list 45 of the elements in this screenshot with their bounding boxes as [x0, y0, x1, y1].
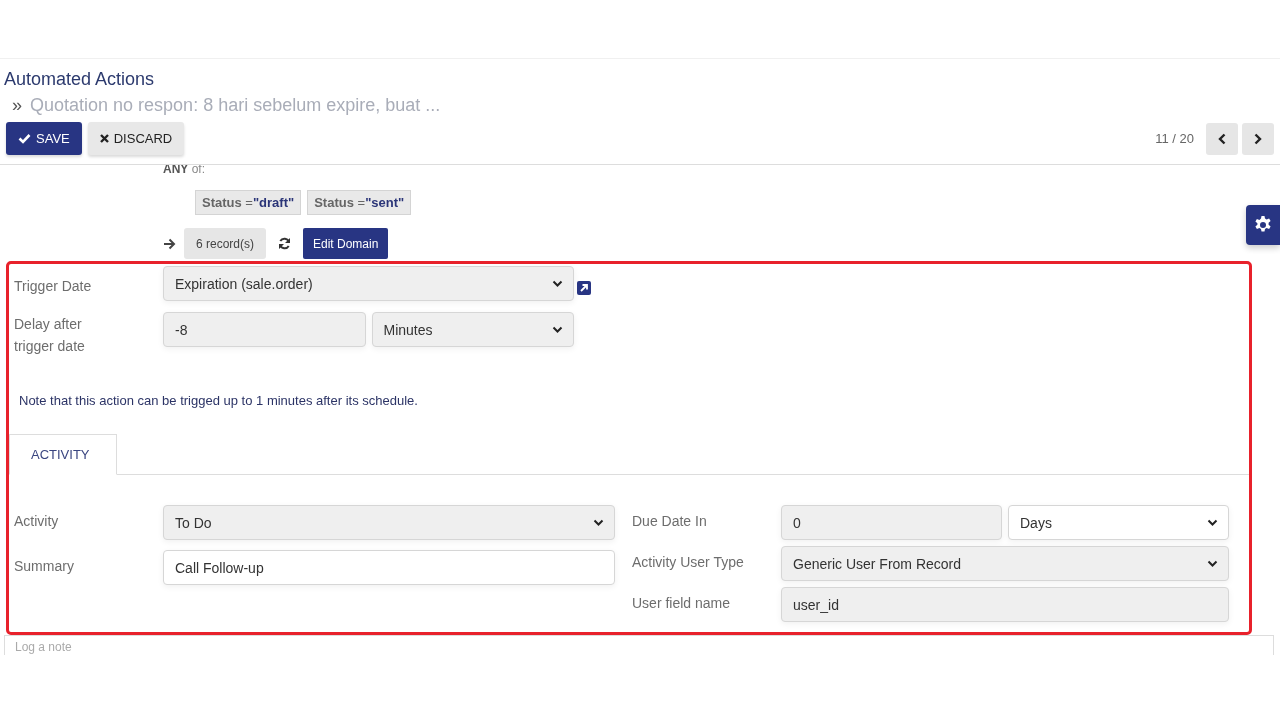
- field-label: Summary: [14, 557, 75, 576]
- chevron-down-icon: [593, 518, 604, 527]
- field-label: Due Date In: [632, 512, 708, 531]
- input-field[interactable]: Call Follow-up: [163, 550, 615, 585]
- domain-condition: Status ="draft": [195, 190, 302, 215]
- field-label: Activity User Type: [632, 553, 745, 572]
- select-field[interactable]: Minutes: [371, 312, 574, 347]
- input-field[interactable]: -8: [163, 312, 366, 347]
- page-title: Automated Actions: [4, 69, 155, 90]
- breadcrumb-separator: »: [12, 95, 22, 116]
- discard-button[interactable]: DISCARD: [87, 122, 185, 155]
- settings-button[interactable]: [1246, 205, 1280, 245]
- select-field[interactable]: Generic User From Record: [781, 546, 1229, 581]
- record-count-button[interactable]: 6 record(s): [184, 228, 266, 259]
- select-field[interactable]: Days: [1008, 505, 1229, 540]
- chevron-down-icon: [552, 325, 563, 334]
- save-button[interactable]: SAVE: [6, 122, 82, 155]
- next-button[interactable]: [1242, 122, 1274, 155]
- chevron-down-icon: [1207, 559, 1218, 568]
- check-icon: [18, 133, 31, 144]
- field-label: Trigger Date: [13, 277, 93, 296]
- chevron-down-icon: [552, 279, 563, 288]
- chevron-right-icon: [1254, 132, 1262, 145]
- external-link-icon[interactable]: [577, 281, 591, 295]
- arrow-right-icon: [163, 237, 176, 250]
- record-name: Quotation no respon: 8 hari sebelum expire, buat ...: [30, 95, 441, 116]
- tab[interactable]: ACTIVITY: [9, 434, 117, 475]
- field-label: Delay after trigger date: [13, 315, 86, 356]
- refresh-icon[interactable]: [278, 237, 291, 250]
- settings-icon: [1253, 215, 1273, 235]
- field-label: Activity: [14, 512, 60, 531]
- chevron-left-icon: [1218, 132, 1226, 145]
- input-field[interactable]: user_id: [781, 587, 1229, 622]
- select-field[interactable]: Expiration (sale.order): [163, 266, 574, 301]
- field-label: User field name: [632, 594, 732, 613]
- previous-button[interactable]: [1206, 122, 1238, 155]
- pager-counter: 11 / 20: [1155, 131, 1194, 146]
- chevron-down-icon: [1207, 518, 1218, 527]
- edit-domain-button[interactable]: Edit Domain: [303, 228, 389, 259]
- note-text: Note that this action can be trigged up to 1 minutes after its schedule.: [19, 393, 418, 408]
- domain-match-text: ANY of:: [163, 165, 206, 178]
- domain-condition: Status ="sent": [307, 190, 412, 215]
- close-icon: [99, 134, 109, 143]
- input-field[interactable]: 0: [781, 505, 1002, 540]
- select-field[interactable]: To Do: [163, 505, 615, 540]
